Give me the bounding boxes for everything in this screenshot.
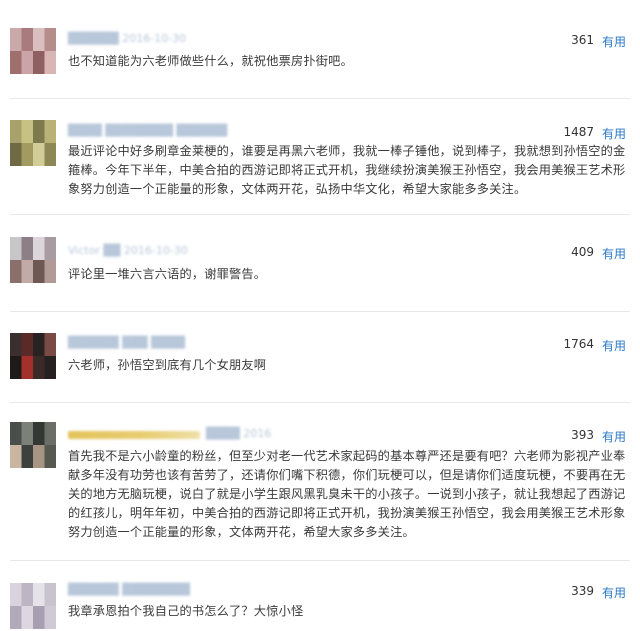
username[interactable]: ████ 2016: [206, 427, 271, 440]
comment-text: 首先我不是六小龄童的粉丝，但至少对老一代艺术家起码的基本尊严还是要有吧？六老师为…: [68, 449, 626, 539]
username[interactable]: ██████ ████████: [68, 583, 190, 596]
avatar[interactable]: [10, 333, 56, 379]
divider: [10, 214, 630, 215]
comment-text: 六老师，孙悟空到底有几个女朋友啊: [68, 358, 267, 372]
useful-count: 393: [571, 428, 594, 442]
divider: [10, 311, 630, 312]
comment-text: 评论里一堆六言六语的，谢罪警告。: [68, 267, 267, 281]
avatar[interactable]: [10, 120, 56, 166]
divider: [10, 402, 630, 403]
avatar[interactable]: [10, 583, 56, 629]
divider: [10, 98, 630, 99]
avatar[interactable]: [10, 28, 56, 74]
useful-count: 339: [571, 584, 594, 598]
useful-button[interactable]: 有用: [602, 245, 626, 262]
useful-count: 409: [571, 245, 594, 259]
rating-stars: [68, 431, 200, 439]
comment-list: ██████ 2016-10-30 361 有用 也不知道能为六老师做些什么，就…: [0, 0, 640, 631]
useful-button[interactable]: 有用: [602, 125, 626, 142]
username[interactable]: ██████ ███ ████: [68, 336, 185, 349]
comment-text: 我章承恩拍个我自己的书怎么了？大惊小怪: [68, 604, 304, 618]
username[interactable]: ██████ 2016-10-30: [68, 32, 186, 45]
useful-button[interactable]: 有用: [602, 33, 626, 50]
useful-count: 1487: [563, 125, 594, 139]
username[interactable]: Victor ██ 2016-10-30: [68, 244, 188, 257]
avatar[interactable]: [10, 422, 56, 468]
useful-button[interactable]: 有用: [602, 337, 626, 354]
useful-count: 361: [571, 33, 594, 47]
divider: [10, 560, 630, 561]
comment-text: 最近评论中好多刷章金莱梗的，谁要是再黑六老师，我就一棒子锤他，说到棒子，我就想到…: [68, 144, 626, 196]
useful-count: 1764: [563, 337, 594, 351]
avatar[interactable]: [10, 237, 56, 283]
useful-button[interactable]: 有用: [602, 428, 626, 445]
comment-text: 也不知道能为六老师做些什么，就祝他票房扑街吧。: [68, 54, 353, 68]
useful-button[interactable]: 有用: [602, 584, 626, 601]
username[interactable]: ████ ████████ ██████: [68, 124, 227, 137]
